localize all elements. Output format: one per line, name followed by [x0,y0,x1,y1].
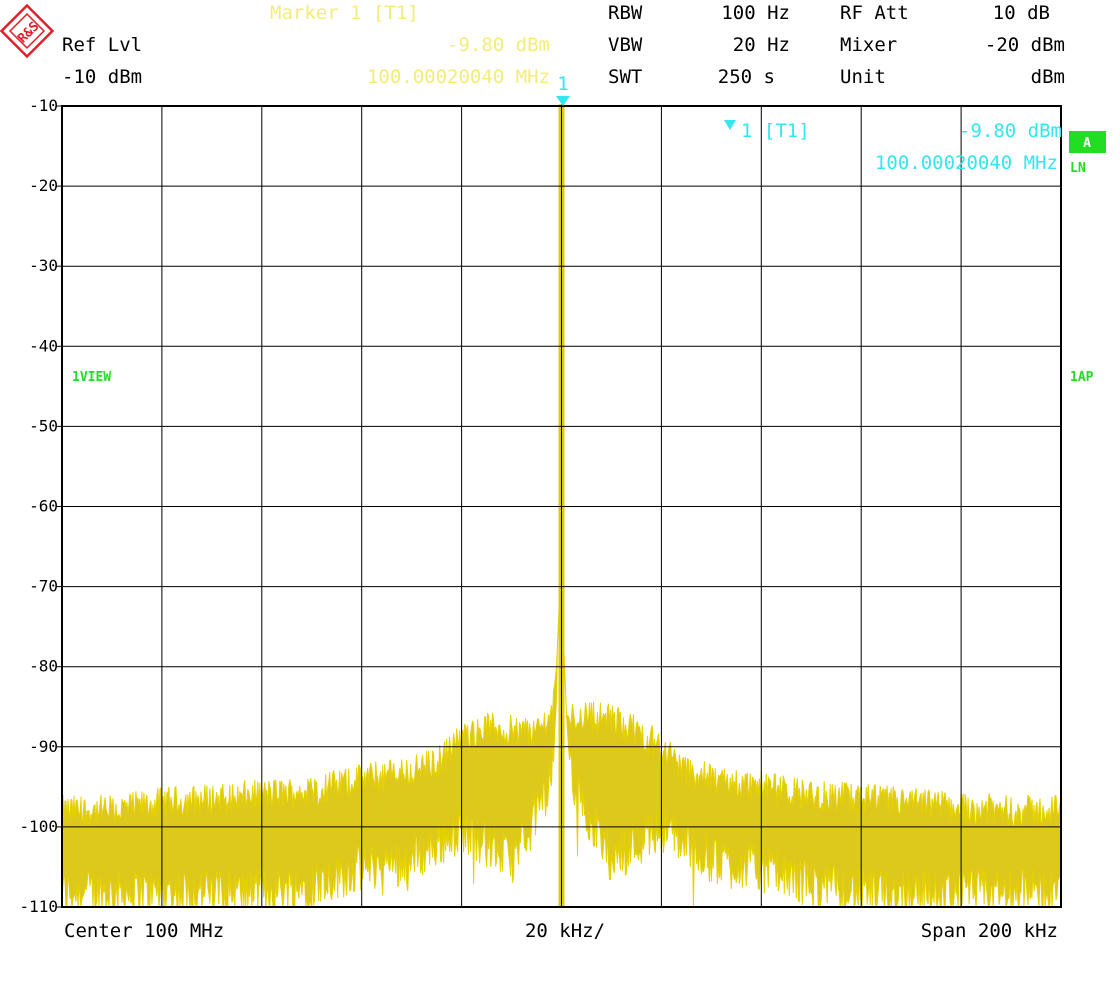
y-tick-label: -50 [29,416,58,435]
y-tick-label: -70 [29,577,58,596]
marker-level: -9.80 dBm [447,34,550,56]
marker-number: 1 [557,73,568,95]
unit-label: Unit [840,66,886,88]
ln-label: LN [1070,161,1086,176]
spectrum-analyzer-screen: R&S Ref Lvl -10 dBm Marker 1 [T1] -9.80 … [0,2,1106,942]
mixer-value: -20 dBm [985,34,1065,56]
ap-label: 1AP [1070,370,1094,385]
y-tick-label: -90 [29,737,58,756]
y-tick-label: -10 [29,96,58,115]
plot-area: -10 -20 -30 -40 -50 -60 -70 -80 -90 -100 -110 [19,96,1062,916]
frequency-per-division: 20 kHz/ [525,920,605,942]
marker-readout-frequency: 100.00020040 MHz [875,152,1058,174]
rf-att-label: RF Att [840,2,909,24]
marker-1: 1 [556,73,570,106]
rs-logo-text: R&S [15,19,42,46]
ref-lvl-value: -10 dBm [62,66,142,88]
marker-frequency: 100.00020040 MHz [367,66,550,88]
y-tick-label: -30 [29,256,58,275]
rbw-label: RBW [608,2,643,24]
marker-readout-label: 1 [T1] [741,120,810,142]
marker-triangle [556,96,570,106]
y-tick-label: -80 [29,657,58,676]
vbw-label: VBW [608,34,643,56]
trace-a-badge-label: A [1083,136,1091,151]
marker-readout-level: -9.80 dBm [959,120,1062,142]
swt-value: 250 s [718,66,775,88]
y-tick-label: -60 [29,497,58,516]
swt-label: SWT [608,66,642,88]
vbw-value: 20 Hz [733,34,790,56]
y-tick-label: -100 [19,817,58,836]
marker-title: Marker 1 [T1] [270,2,419,24]
y-tick-label: -110 [19,897,58,916]
marker-readout: 1 [T1] -9.80 dBm 100.00020040 MHz [724,120,1062,174]
span: Span 200 kHz [921,920,1058,942]
rs-logo: R&S [0,3,55,59]
mixer-label: Mixer [840,34,897,56]
center-frequency: Center 100 MHz [64,920,224,942]
y-tick-label: -20 [29,176,58,195]
unit-value: dBm [1031,66,1065,88]
marker-readout-triangle-icon [724,120,736,130]
grid [62,106,1061,907]
y-axis-ticks: -10 -20 -30 -40 -50 -60 -70 -80 -90 -100 -110 [19,96,62,916]
rf-att-value: 10 dB [993,2,1050,24]
ref-lvl-label: Ref Lvl [62,34,142,56]
y-tick-label: -40 [29,336,58,355]
view-label: 1VIEW [72,370,111,385]
rbw-value: 100 Hz [721,2,790,24]
